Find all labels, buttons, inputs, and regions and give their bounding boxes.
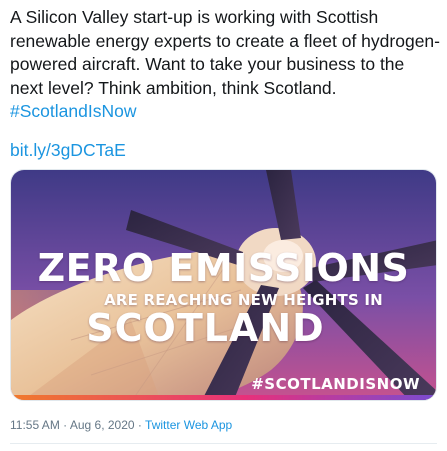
- tweet-text: A Silicon Valley start-up is working wit…: [10, 6, 442, 124]
- campaign-hashtag: #SCOTLANDISNOW: [251, 375, 420, 393]
- tweet-date[interactable]: Aug 6, 2020: [70, 418, 135, 432]
- tweet-time[interactable]: 11:55 AM: [10, 418, 60, 432]
- headline-zero-emissions: ZERO EMISSIONS: [37, 246, 410, 290]
- media-image[interactable]: ZERO EMISSIONS ARE REACHING NEW HEIGHTS …: [10, 169, 437, 401]
- tweet-meta: 11:55 AM · Aug 6, 2020 · Twitter Web App: [10, 418, 232, 432]
- tweet-source-link[interactable]: Twitter Web App: [145, 418, 232, 432]
- tweet-text-line: powered aircraft. Want to take your busi…: [10, 54, 405, 74]
- meta-separator: ·: [63, 418, 68, 432]
- accent-bar: [11, 395, 436, 400]
- short-link[interactable]: bit.ly/3gDCTaE: [10, 139, 126, 162]
- headline-scotland: SCOTLAND: [86, 306, 325, 350]
- hashtag-link[interactable]: #ScotlandIsNow: [10, 100, 442, 124]
- tweet-text-line: renewable energy experts to create a fle…: [10, 30, 440, 51]
- tweet-text-line: A Silicon Valley start-up is working wit…: [10, 7, 379, 27]
- meta-separator: ·: [137, 418, 142, 432]
- tweet-text-line: next level? Think ambition, think Scotla…: [10, 77, 337, 98]
- divider: [10, 443, 437, 444]
